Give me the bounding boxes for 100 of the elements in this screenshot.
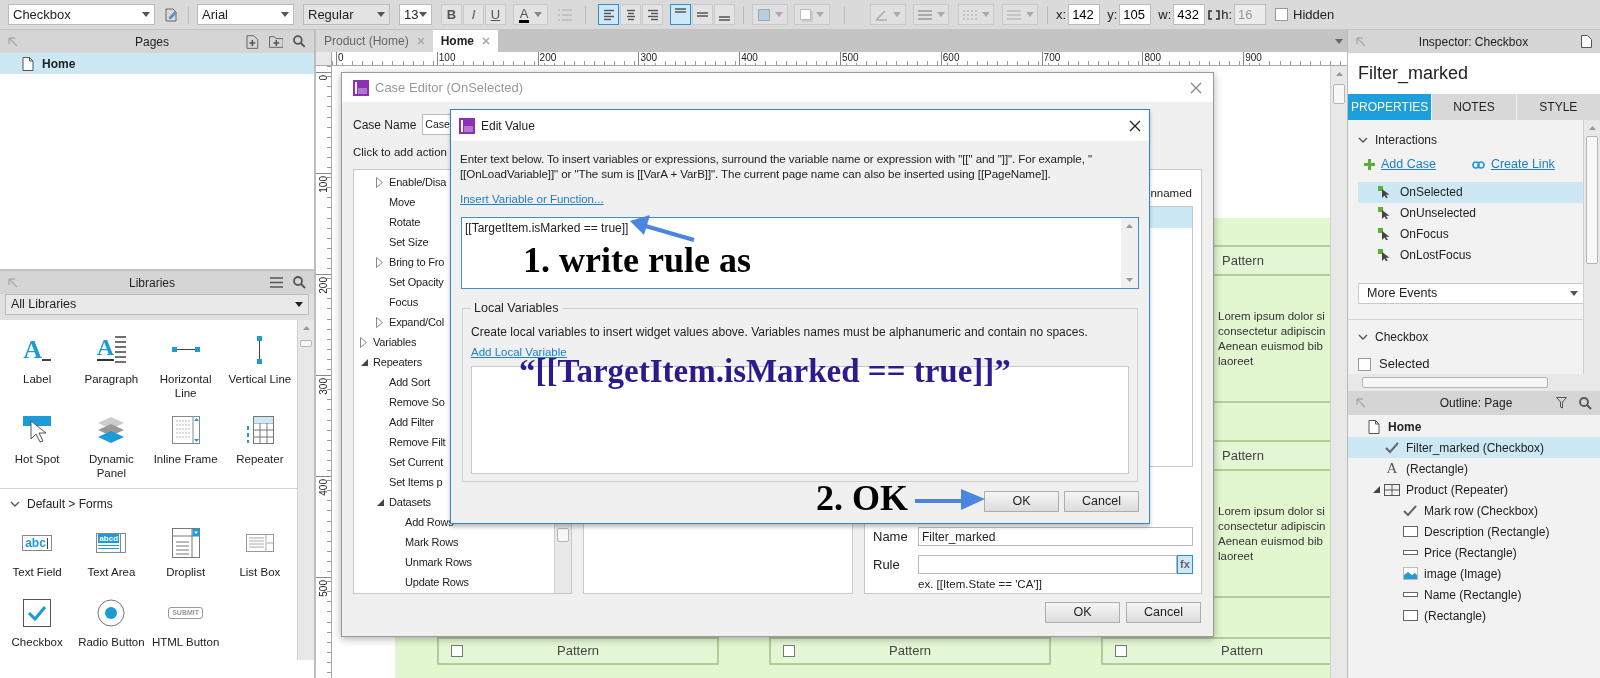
library-widget[interactable]: A Label (0, 332, 75, 400)
font-color-button[interactable]: A (513, 4, 548, 25)
library-widget[interactable]: Dynamic Panel (74, 412, 149, 480)
library-widget[interactable]: Radio Button (74, 595, 149, 649)
event-item[interactable]: OnUnselected (1358, 202, 1583, 224)
ruler-label: 500 (318, 580, 329, 597)
action-item[interactable]: Unmark Rows (354, 552, 472, 573)
font-family-dropdown[interactable]: Arial (197, 4, 294, 25)
document-tab[interactable]: Home (432, 30, 499, 52)
field-label: h: (1221, 5, 1233, 24)
action-item[interactable]: Bring to Fro (354, 252, 445, 273)
group-title: Local Variables (473, 300, 560, 318)
widget-type-dropdown[interactable]: Checkbox (8, 4, 155, 25)
outline-item[interactable]: image (Image) (1348, 563, 1600, 584)
outline-item[interactable]: Price (Rectangle) (1348, 542, 1600, 563)
event-item[interactable]: OnLostFocus (1358, 244, 1583, 266)
event-item[interactable]: OnFocus (1358, 223, 1583, 245)
ruler-label: 900 (1245, 52, 1262, 63)
field-label: w: (1158, 5, 1172, 24)
outline-item[interactable]: Description (Rectangle) (1348, 521, 1600, 542)
library-widget[interactable]: abcd Text Area (74, 525, 149, 579)
action-item[interactable]: Remove So (354, 392, 445, 413)
action-item[interactable]: Variables (354, 332, 417, 353)
page-item[interactable]: Home (0, 53, 314, 74)
position-field[interactable]: 142 (1068, 4, 1101, 25)
action-item[interactable]: Mark Rows (354, 532, 459, 553)
cancel-button[interactable]: Cancel (1064, 491, 1139, 513)
ok-button[interactable]: OK (984, 491, 1059, 513)
cell-text: Lorem ipsum dolor si consectetur adipiscin Aenean euismod bib laoreet (1218, 308, 1327, 369)
outline-item[interactable]: A (Rectangle) (1348, 458, 1600, 479)
action-item[interactable]: Set Items p (354, 472, 443, 493)
position-field[interactable]: 105 (1119, 4, 1152, 25)
action-item[interactable]: Add Sort (354, 372, 431, 393)
library-widget[interactable]: Vertical Line (222, 332, 297, 400)
inspector-tab[interactable]: STYLE (1516, 94, 1600, 120)
width-field[interactable]: 432 (1173, 4, 1206, 25)
section-header[interactable]: Interactions (1358, 130, 1583, 150)
insert-variable-link[interactable]: Insert Variable or Function... (460, 191, 604, 209)
action-item[interactable]: Datasets (354, 492, 431, 513)
font-weight-dropdown[interactable]: Regular (303, 4, 390, 25)
ruler-label: 100 (438, 52, 456, 63)
text-area-icon: abcd (96, 533, 127, 553)
ruler-label: 400 (741, 52, 758, 63)
action-item[interactable]: Move (354, 192, 416, 213)
repeater-item-header: Pattern (769, 637, 1051, 665)
ok-button[interactable]: OK (1045, 602, 1120, 624)
panel-header: Pages (0, 30, 314, 53)
italic-button[interactable]: I (463, 4, 484, 25)
document-tab[interactable]: Product (Home) (316, 30, 433, 52)
ruler-label: 700 (1043, 52, 1061, 63)
underline-button[interactable]: U (485, 4, 506, 25)
library-widget[interactable]: Droplist (148, 525, 223, 579)
library-widget[interactable]: Horizontal Line (148, 332, 223, 400)
checkbox-label: Selected (1379, 355, 1430, 374)
bold-button[interactable]: B (441, 4, 462, 25)
outline-item[interactable]: Mark row (Checkbox) (1348, 500, 1600, 521)
font-size-dropdown[interactable]: 13 (399, 4, 432, 25)
action-item[interactable]: Set Size (354, 232, 429, 253)
library-widget[interactable]: Repeater (222, 412, 297, 480)
field-label: y: (1107, 5, 1118, 24)
instruction-text: Click to add action (353, 145, 447, 160)
cell-text: Lorem ipsum dolor si consectetur adipiscin Aenean euismod bib laoreet (1218, 503, 1327, 564)
outline-item[interactable]: Filter_marked (Checkbox) (1348, 437, 1600, 458)
action-item[interactable]: Enable/Disa (354, 172, 447, 193)
ruler-label: 500 (842, 52, 859, 63)
field-label: Case Name (353, 116, 417, 134)
section-header[interactable]: Checkbox (1358, 328, 1583, 347)
outline-item[interactable]: Product (Repeater) (1348, 479, 1600, 500)
library-widget[interactable]: Checkbox (0, 595, 75, 649)
action-item[interactable]: Repeaters (354, 352, 422, 373)
section-header[interactable]: Default > Forms (0, 489, 297, 519)
field-label: Name (873, 528, 909, 546)
cancel-button[interactable]: Cancel (1126, 602, 1201, 624)
outline-item[interactable]: (Rectangle) (1348, 605, 1600, 626)
action-item[interactable]: Focus (354, 292, 418, 313)
outline-item[interactable]: Home (1348, 416, 1600, 437)
event-item[interactable]: OnSelected (1358, 181, 1583, 203)
ruler-label: 0 (318, 75, 329, 81)
library-widget[interactable]: List Box (222, 525, 297, 579)
action-item[interactable]: Set Current (354, 452, 444, 473)
action-item[interactable]: Update Rows (354, 572, 469, 593)
library-widget[interactable]: Hot Spot (0, 412, 75, 480)
panel-header: Outline: Page (1348, 391, 1600, 415)
name-field[interactable]: Filter_marked (918, 527, 1193, 547)
inspector-tab[interactable]: NOTES (1432, 94, 1516, 120)
library-widget[interactable]: A Paragraph (74, 332, 149, 400)
action-item[interactable]: Add Filter (354, 412, 435, 433)
library-dropdown[interactable]: All Libraries (5, 294, 309, 315)
field-label: Rule (873, 555, 901, 574)
action-item[interactable]: Set Opacity (354, 272, 444, 293)
panel-header: Inspector: Checkbox (1348, 30, 1600, 53)
outline-item[interactable]: Name (Rectangle) (1348, 584, 1600, 605)
library-widget[interactable]: Inline Frame (148, 412, 223, 480)
action-item[interactable]: Rotate (354, 212, 421, 233)
action-item[interactable]: Remove Filt (354, 432, 446, 453)
library-widget[interactable]: abc Text Field (0, 525, 75, 579)
function-button[interactable]: fx (1177, 554, 1193, 574)
create-link-link[interactable]: Create Link (1490, 155, 1555, 175)
add-case-link[interactable]: Add Case (1381, 155, 1436, 175)
action-item[interactable]: Expand/Col (354, 312, 444, 333)
